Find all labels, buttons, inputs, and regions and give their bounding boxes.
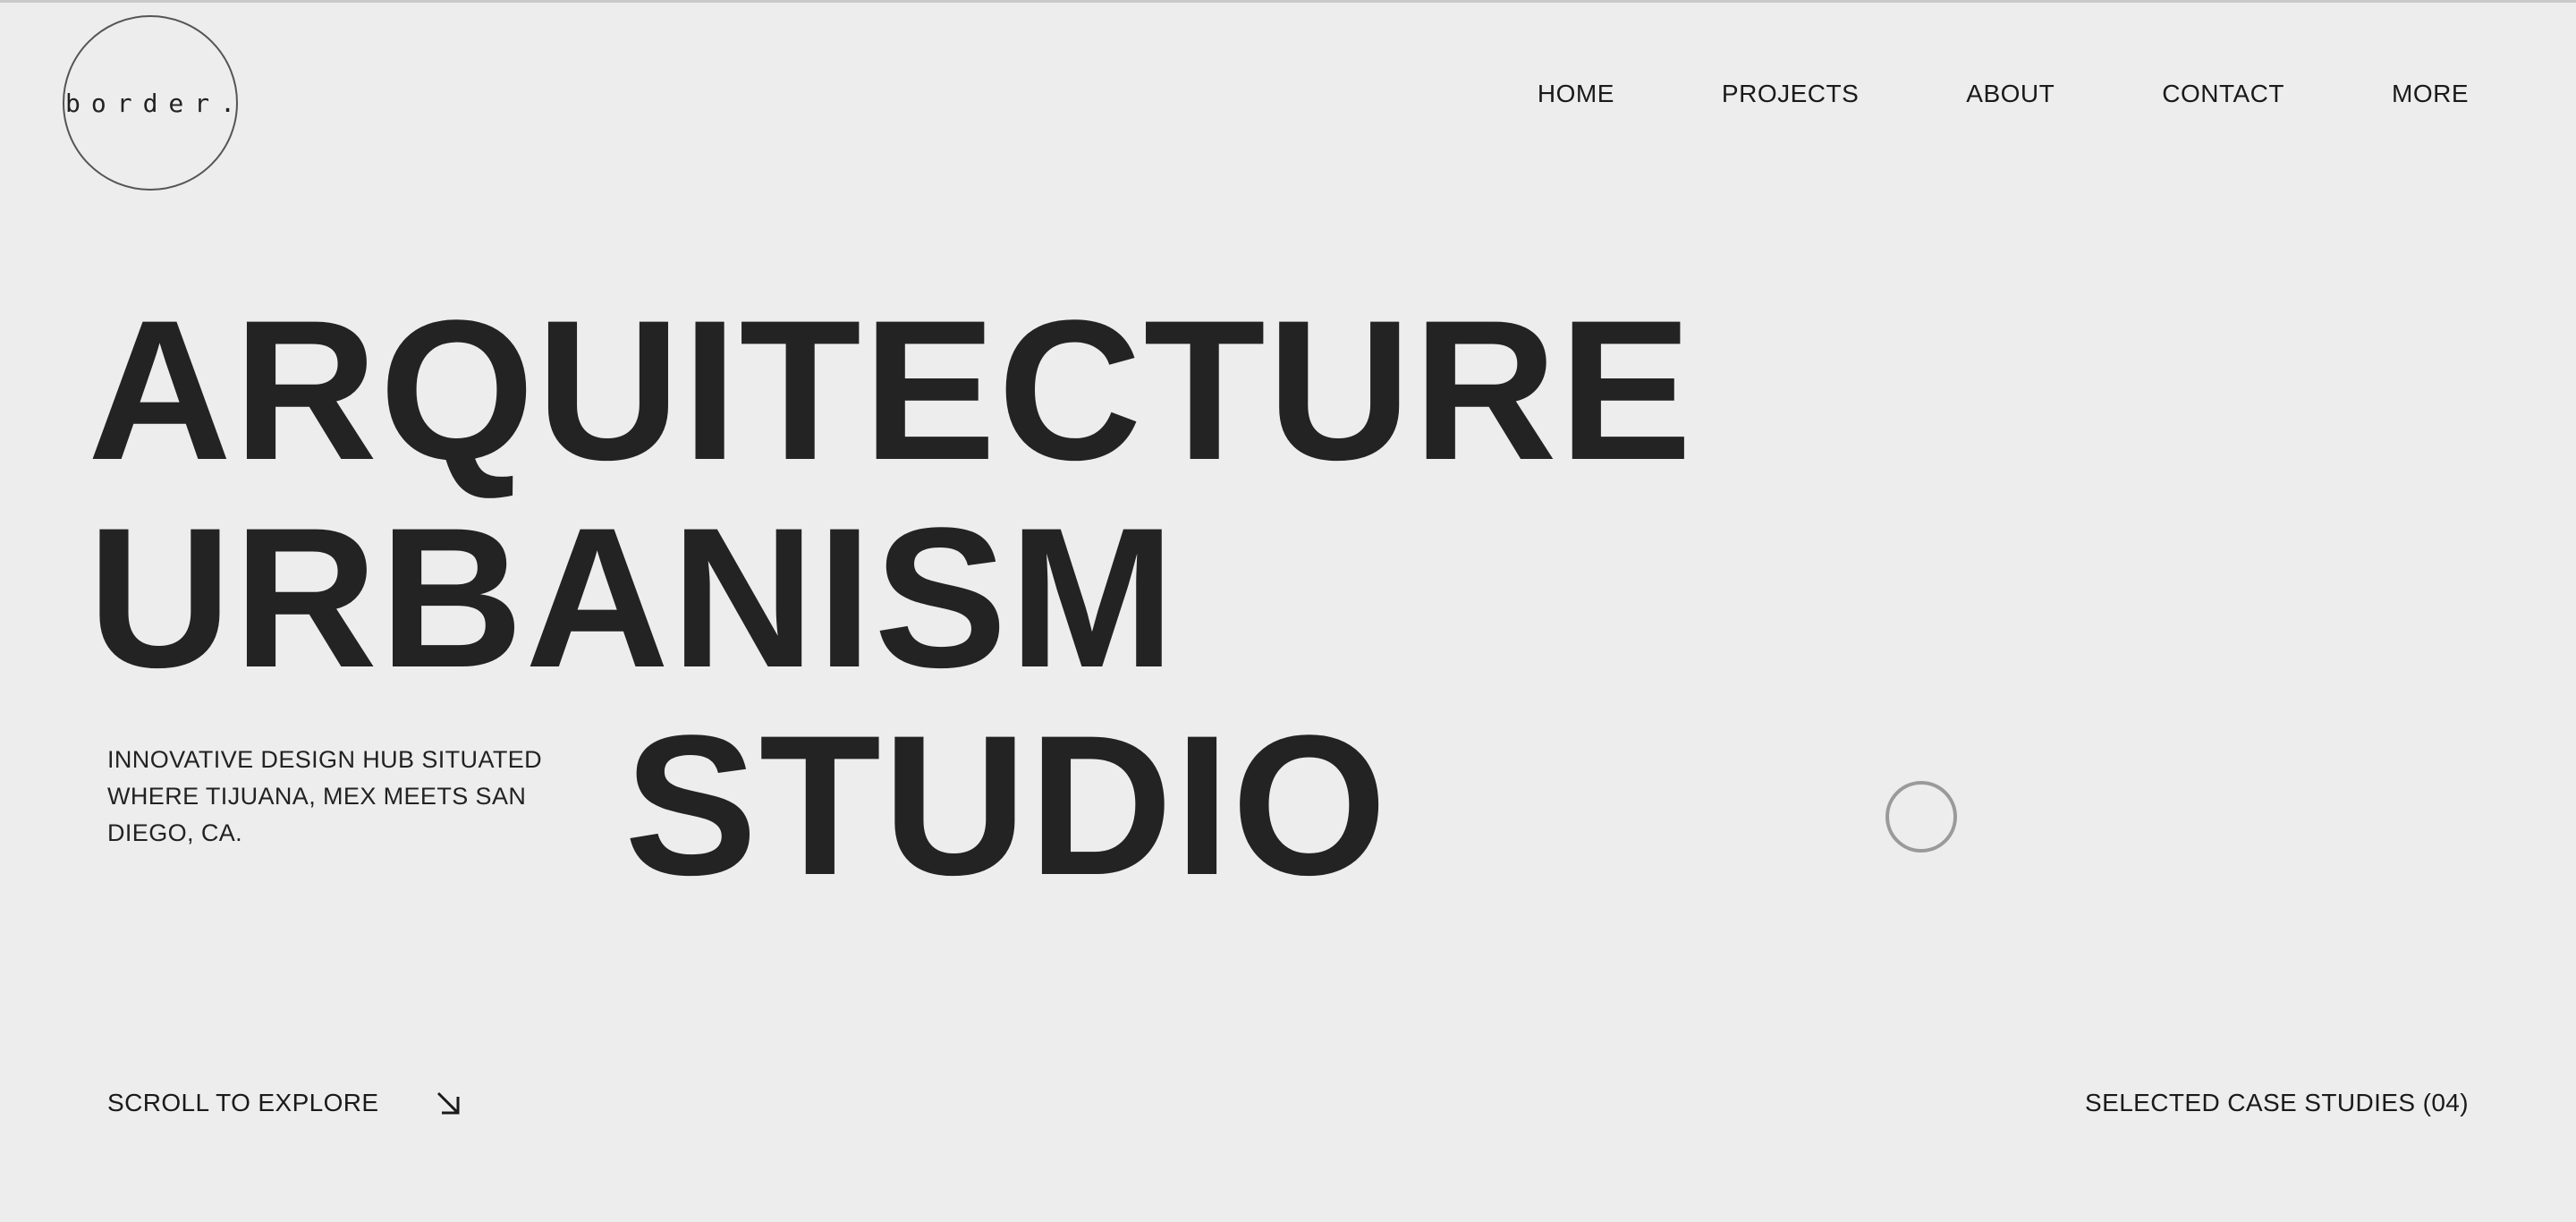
- scroll-label: SCROLL TO EXPLORE: [107, 1089, 379, 1116]
- logo[interactable]: border.: [63, 15, 238, 191]
- selected-case-studies-link[interactable]: SELECTED CASE STUDIES (04): [2085, 1089, 2469, 1117]
- arrow-down-right-icon: [435, 1090, 462, 1116]
- scroll-to-explore[interactable]: SCROLL TO EXPLORE: [107, 1089, 462, 1117]
- landing-page: border. HOME PROJECTS ABOUT CONTACT MORE…: [0, 0, 2576, 1222]
- cursor-ring: [1885, 781, 1957, 853]
- logo-text: border.: [65, 88, 247, 118]
- main-nav: HOME PROJECTS ABOUT CONTACT MORE: [1538, 80, 2469, 108]
- hero-tagline: INNOVATIVE DESIGN HUB SITUATED WHERE TIJ…: [107, 746, 543, 846]
- nav-item-about[interactable]: ABOUT: [1966, 80, 2055, 108]
- headline-line-urbanism: URBANISM: [88, 487, 1177, 709]
- nav-item-contact[interactable]: CONTACT: [2162, 80, 2284, 108]
- nav-item-home[interactable]: HOME: [1538, 80, 1614, 108]
- nav-item-projects[interactable]: PROJECTS: [1722, 80, 1859, 108]
- nav-item-more[interactable]: MORE: [2392, 80, 2469, 108]
- headline-line-arquitecture: ARQUITECTURE: [88, 279, 1694, 502]
